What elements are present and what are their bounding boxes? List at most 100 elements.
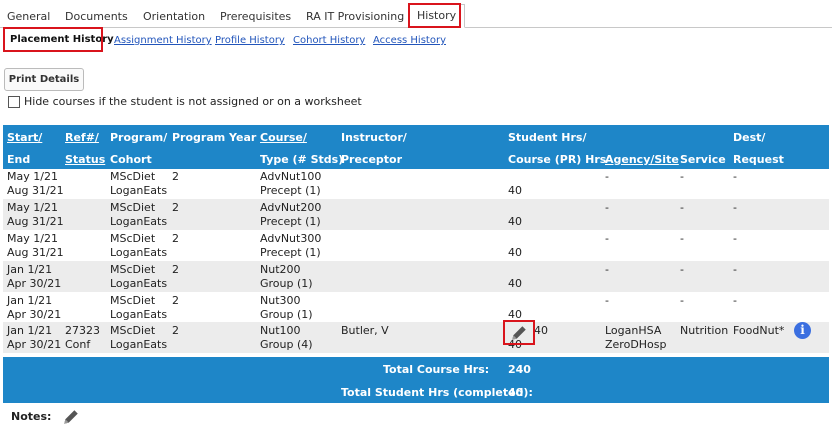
cell-service: - [680, 263, 684, 276]
tab-orientation[interactable]: Orientation [143, 10, 205, 23]
cell-hrs2: 40 [508, 215, 522, 228]
cell-service: - [680, 294, 684, 307]
cell-course: AdvNut300 [260, 232, 322, 245]
header-status[interactable]: Status [65, 153, 105, 166]
header-program: Program/ [110, 131, 168, 144]
cell-year: 2 [172, 170, 179, 183]
header-agency-site[interactable]: Agency/Site [605, 153, 679, 166]
table-row: May 1/21 Aug 31/21 MScDiet LoganEats 2 AdvNut… [3, 199, 829, 230]
subtab-cohort-history[interactable]: Cohort History [293, 35, 365, 46]
cell-dest: - [733, 294, 737, 307]
tab-ra-it-provisioning[interactable]: RA IT Provisioning [306, 10, 404, 23]
cell-program: MScDiet [110, 232, 156, 245]
header-preceptor: Preceptor [341, 153, 403, 166]
notes-label: Notes: [11, 410, 52, 423]
header-student-hrs: Student Hrs/ [508, 131, 587, 144]
cell-end: Aug 31/21 [7, 215, 64, 228]
cell-type: Precept (1) [260, 184, 321, 197]
tab-general[interactable]: General [7, 10, 50, 23]
cell-course: Nut300 [260, 294, 301, 307]
cell-end: Aug 31/21 [7, 246, 64, 259]
header-program-year: Program Year [172, 131, 257, 144]
cell-type: Group (1) [260, 308, 313, 321]
cell-status: Conf [65, 338, 91, 351]
cell-end: Apr 30/21 [7, 277, 62, 290]
cell-year: 2 [172, 294, 179, 307]
header-start[interactable]: Start/ [7, 131, 42, 144]
cell-cohort: LoganEats [110, 277, 168, 290]
hide-courses-checkbox[interactable] [8, 96, 20, 108]
header-request: Request [733, 153, 784, 166]
table-row: Jan 1/21 Apr 30/21 MScDiet LoganEats 2 Nut300… [3, 292, 829, 323]
cell-cohort: LoganEats [110, 184, 168, 197]
cell-end: Apr 30/21 [7, 338, 62, 351]
cell-start: Jan 1/21 [7, 294, 53, 307]
header-cohort: Cohort [110, 153, 152, 166]
cell-year: 2 [172, 324, 179, 337]
cell-end: Apr 30/21 [7, 308, 62, 321]
header-end: End [7, 153, 31, 166]
cell-course: Nut200 [260, 263, 301, 276]
info-icon[interactable]: i [794, 322, 811, 339]
cell-program: MScDiet [110, 294, 156, 307]
cell-program: MScDiet [110, 170, 156, 183]
header-dest: Dest/ [733, 131, 766, 144]
subtab-access-history[interactable]: Access History [373, 35, 446, 46]
cell-start: May 1/21 [7, 170, 58, 183]
cell-dest: - [733, 263, 737, 276]
cell-course: AdvNut200 [260, 201, 322, 214]
cell-start: Jan 1/21 [7, 324, 53, 337]
cell-agency1: - [605, 232, 609, 245]
cell-cohort: LoganEats [110, 215, 168, 228]
tab-history-highlight [408, 3, 461, 28]
table-row: May 1/21 Aug 31/21 MScDiet LoganEats 2 AdvNut… [3, 168, 829, 199]
cell-dest: - [733, 232, 737, 245]
cell-hrs2: 40 [508, 277, 522, 290]
table-row: May 1/21 Aug 31/21 MScDiet LoganEats 2 AdvNut… [3, 230, 829, 261]
cell-type: Precept (1) [260, 246, 321, 259]
tab-documents[interactable]: Documents [65, 10, 128, 23]
total-course-hrs-value: 240 [508, 363, 531, 376]
subtab-profile-history[interactable]: Profile History [215, 35, 285, 46]
cell-service: Nutrition [680, 324, 729, 337]
cell-agency1: - [605, 201, 609, 214]
print-details-button[interactable]: Print Details [4, 68, 84, 91]
cell-instructor: Butler, V [341, 324, 389, 337]
header-type: Type (# Stds) [260, 153, 344, 166]
notes-pencil-icon[interactable] [62, 408, 80, 426]
cell-agency1: - [605, 294, 609, 307]
header-ref[interactable]: Ref#/ [65, 131, 99, 144]
cell-cohort: LoganEats [110, 246, 168, 259]
cell-service: - [680, 201, 684, 214]
table-header: Start/ End Ref#/ Status Program/ Cohort … [3, 125, 829, 169]
cell-program: MScDiet [110, 263, 156, 276]
cell-year: 2 [172, 201, 179, 214]
cell-end: Aug 31/21 [7, 184, 64, 197]
header-course[interactable]: Course/ [260, 131, 307, 144]
cell-type: Precept (1) [260, 215, 321, 228]
cell-type: Group (4) [260, 338, 313, 351]
cell-start: May 1/21 [7, 232, 58, 245]
cell-cohort: LoganEats [110, 308, 168, 321]
totals-bar: Total Course Hrs: 240 Total Student Hrs … [3, 357, 829, 403]
cell-ref: 27323 [65, 324, 100, 337]
tab-prerequisites[interactable]: Prerequisites [220, 10, 291, 23]
cell-agency1: LoganHSA [605, 324, 662, 337]
cell-course: Nut100 [260, 324, 301, 337]
cell-program: MScDiet [110, 324, 156, 337]
header-course-hrs: Course (PR) Hrs [508, 153, 607, 166]
cell-service: - [680, 170, 684, 183]
cell-agency1: - [605, 170, 609, 183]
total-student-hrs-label: Total Student Hrs (completed): [341, 386, 533, 399]
table-row: Jan 1/21 Apr 30/21 MScDiet LoganEats 2 Nut200… [3, 261, 829, 292]
subtab-assignment-history[interactable]: Assignment History [114, 35, 212, 46]
cell-dest: - [733, 201, 737, 214]
cell-start: May 1/21 [7, 201, 58, 214]
total-course-hrs-label: Total Course Hrs: [383, 363, 490, 376]
pencil-icon[interactable] [510, 324, 528, 342]
total-student-hrs-value: 40 [508, 386, 524, 399]
cell-cohort: LoganEats [110, 338, 168, 351]
header-service: Service [680, 153, 726, 166]
cell-hrs2: 40 [508, 184, 522, 197]
cell-hrs2: 40 [508, 246, 522, 259]
